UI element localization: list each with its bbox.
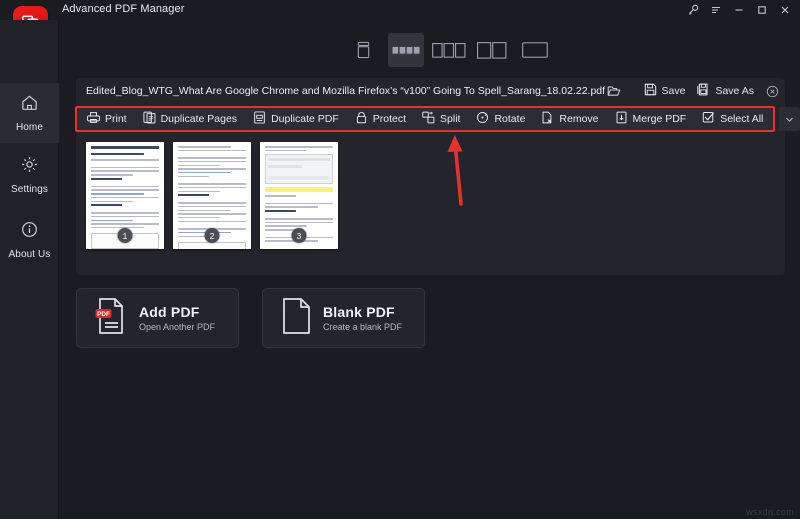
highlight-mark [265, 187, 333, 193]
save-button[interactable]: Save [644, 83, 686, 99]
sidebar-item-about-us[interactable]: About Us [0, 210, 59, 270]
maximize-icon[interactable] [750, 0, 773, 20]
card-title: Add PDF [139, 304, 200, 320]
save-as-icon [697, 83, 710, 99]
chevron-down-icon[interactable] [779, 107, 800, 131]
select-all-button[interactable]: Select All [694, 108, 771, 130]
key-icon[interactable] [681, 0, 704, 20]
sidebar-item-settings[interactable]: Settings [0, 145, 59, 205]
title-bar: Advanced PDF Manager [0, 0, 800, 20]
card-subtitle: Open Another PDF [139, 322, 216, 332]
add-pdf-card[interactable]: PDF Add PDF Open Another PDF [76, 288, 239, 348]
tool-label: Print [105, 113, 127, 125]
split-button[interactable]: Split [414, 108, 468, 130]
duplicate-pages-icon [143, 111, 156, 127]
save-as-label: Save As [715, 85, 754, 97]
embedded-screenshot [265, 154, 333, 185]
pdf-tools-toolbar: Print Duplicate Pages Duplicate PDF Prot… [75, 106, 775, 132]
card-title: Blank PDF [323, 304, 395, 320]
protect-button[interactable]: Protect [347, 108, 414, 130]
page-thumbnail[interactable]: 2 [173, 142, 251, 249]
blank-pdf-card[interactable]: Blank PDF Create a blank PDF [262, 288, 425, 348]
merge-pdf-icon [615, 111, 628, 127]
tool-label: Rotate [494, 113, 526, 125]
tool-label: Protect [372, 113, 407, 125]
tool-label: Select All [720, 113, 764, 125]
remove-file-icon [541, 111, 554, 127]
gear-icon [20, 155, 39, 179]
close-document-icon[interactable] [766, 85, 779, 98]
tool-label: Merge PDF [632, 113, 687, 125]
duplicate-pages-button[interactable]: Duplicate Pages [135, 108, 245, 130]
merge-pdf-button[interactable]: Merge PDF [607, 108, 695, 130]
sidebar-item-home[interactable]: Home [0, 83, 59, 143]
checkbox-check-icon [702, 111, 715, 127]
one-up-view-button[interactable] [517, 33, 553, 67]
tool-label: Remove [559, 113, 599, 125]
duplicate-pdf-icon [253, 111, 266, 127]
file-actions: Save Save As [644, 83, 779, 99]
open-folder-icon[interactable] [607, 84, 621, 103]
sidebar-item-label: Home [15, 122, 44, 133]
rotate-icon [476, 111, 489, 127]
tool-label: Duplicate Pages [160, 113, 238, 125]
add-pdf-text: Add PDF Open Another PDF [139, 304, 215, 332]
save-as-button[interactable]: Save As [697, 83, 754, 99]
home-icon [20, 93, 39, 117]
page-thumbnail[interactable]: 3 [260, 142, 338, 249]
page-number-badge: 1 [117, 228, 133, 243]
tool-label: Duplicate PDF [271, 113, 339, 125]
save-label: Save [661, 85, 686, 97]
single-scroll-view-button[interactable] [345, 33, 381, 67]
file-row: Edited_Blog_WTG_What Are Google Chrome a… [76, 78, 785, 106]
watermark: wsxdn.com [746, 507, 794, 517]
sidebar: Home Settings About Us [0, 20, 59, 519]
lock-icon [355, 111, 368, 127]
view-mode-toolbar [345, 33, 553, 67]
sidebar-item-label: About Us [8, 249, 51, 260]
card-subtitle: Create a blank PDF [323, 322, 403, 332]
save-disk-icon [644, 83, 657, 99]
minimize-icon[interactable] [727, 0, 750, 20]
window-controls [681, 0, 796, 20]
rotate-button[interactable]: Rotate [468, 108, 533, 130]
split-icon [422, 111, 435, 127]
sidebar-item-label: Settings [11, 184, 48, 195]
two-up-view-button[interactable] [474, 33, 510, 67]
grid-four-up-view-button[interactable] [388, 33, 424, 67]
blank-pdf-text: Blank PDF Create a blank PDF [323, 304, 402, 332]
page-thumbnail-strip: 1 2 3 [86, 142, 338, 249]
printer-icon [87, 111, 100, 127]
app-window: Advanced PDF Manager Home Settings About… [0, 0, 800, 519]
menu-icon[interactable] [704, 0, 727, 20]
blank-page-icon [281, 297, 311, 340]
close-icon[interactable] [773, 0, 796, 20]
three-up-view-button[interactable] [431, 33, 467, 67]
file-name: Edited_Blog_WTG_What Are Google Chrome a… [86, 85, 606, 97]
document-panel: Edited_Blog_WTG_What Are Google Chrome a… [75, 78, 800, 275]
page-thumbnail[interactable]: 1 [86, 142, 164, 249]
svg-text:PDF: PDF [97, 310, 110, 317]
page-number-badge: 3 [291, 228, 307, 243]
page-number-badge: 2 [204, 228, 220, 243]
duplicate-pdf-button[interactable]: Duplicate PDF [245, 108, 347, 130]
pdf-file-icon: PDF [95, 297, 127, 340]
print-button[interactable]: Print [79, 108, 135, 130]
remove-button[interactable]: Remove [533, 108, 606, 130]
app-title: Advanced PDF Manager [62, 3, 185, 15]
info-icon [20, 220, 39, 244]
tool-label: Split [440, 113, 461, 125]
